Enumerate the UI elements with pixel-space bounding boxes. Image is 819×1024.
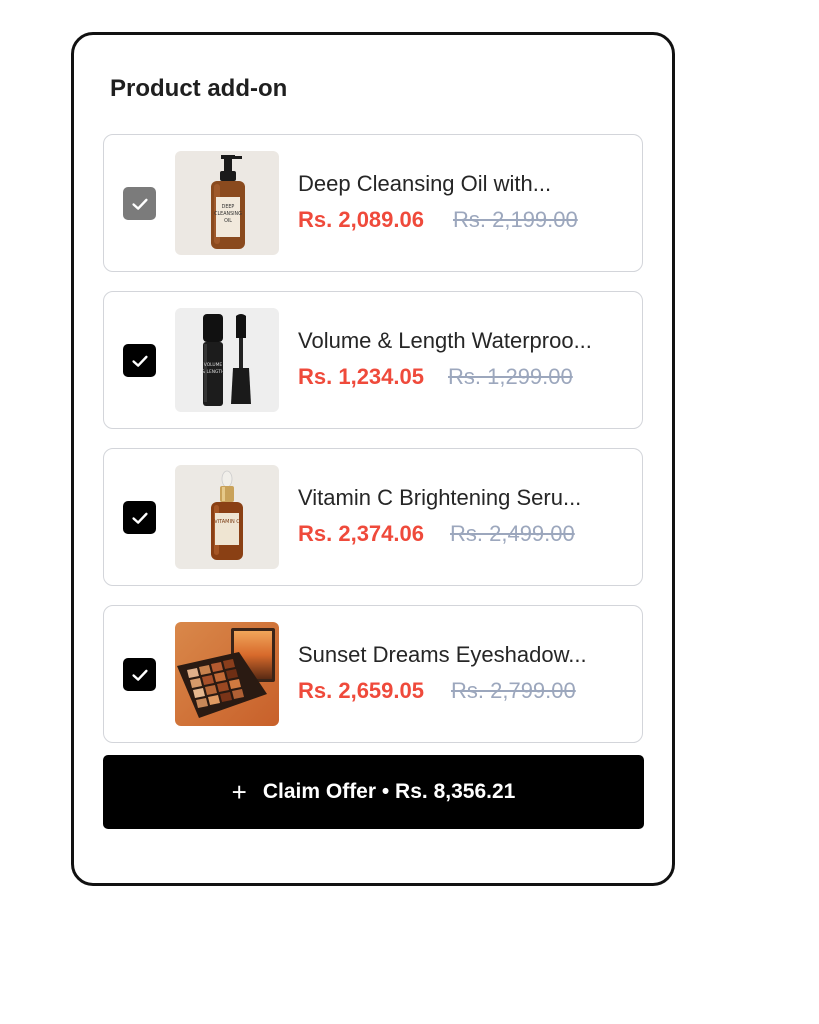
item-sale-price: Rs. 2,089.06 [298, 207, 424, 232]
addon-item[interactable]: VOLUME & LENGTH Volume & Length Waterpro… [103, 291, 643, 429]
item-sale-price: Rs. 1,234.05 [298, 364, 424, 389]
cleansing-oil-bottle-image: DEEP CLEANSING OIL [175, 151, 279, 255]
svg-text:OIL: OIL [224, 218, 232, 224]
item-original-price: Rs. 2,199.00 [453, 207, 578, 232]
serum-dropper-bottle-image: VITAMIN C [175, 465, 279, 569]
eyeshadow-palette-image [175, 622, 279, 726]
checkmark-icon [131, 512, 148, 524]
claim-offer-label: Claim Offer • Rs. 8,356.21 [262, 780, 516, 803]
item-original-price: Rs. 1,299.00 [448, 364, 573, 389]
addon-item[interactable]: Sunset Dreams Eyeshadow... Rs. 2,659.05 … [103, 605, 643, 743]
checkmark-icon [131, 669, 148, 681]
svg-text:VOLUME: VOLUME [204, 362, 223, 368]
item-checkbox[interactable] [123, 344, 156, 377]
item-name: Vitamin C Brightening Seru... [298, 485, 582, 510]
checkmark-icon [131, 198, 148, 210]
widget-title: Product add-on [110, 75, 288, 102]
addon-item[interactable]: VITAMIN C Vitamin C Brightening Seru... … [103, 448, 643, 586]
item-original-price: Rs. 2,799.00 [451, 678, 576, 703]
item-checkbox[interactable] [123, 187, 156, 220]
item-checkbox[interactable] [123, 658, 156, 691]
svg-text:& LENGTH: & LENGTH [202, 369, 225, 375]
item-original-price: Rs. 2,499.00 [450, 521, 575, 546]
claim-offer-button[interactable]: + Claim Offer • Rs. 8,356.21 [103, 755, 644, 829]
item-name: Deep Cleansing Oil with... [298, 171, 552, 196]
product-addon-card: Product add-on DEEP CLEANSING OIL Deep C… [71, 32, 675, 886]
item-checkbox[interactable] [123, 501, 156, 534]
addon-item[interactable]: DEEP CLEANSING OIL Deep Cleansing Oil wi… [103, 134, 643, 272]
plus-icon: + [231, 777, 247, 807]
svg-text:CLEANSING: CLEANSING [214, 211, 242, 217]
mascara-image: VOLUME & LENGTH [175, 308, 279, 412]
item-sale-price: Rs. 2,659.05 [298, 678, 424, 703]
item-name: Volume & Length Waterproo... [298, 328, 592, 353]
checkmark-icon [131, 355, 148, 367]
svg-text:DEEP: DEEP [222, 204, 235, 210]
item-name: Sunset Dreams Eyeshadow... [298, 642, 587, 667]
svg-text:VITAMIN C: VITAMIN C [214, 519, 240, 525]
item-sale-price: Rs. 2,374.06 [298, 521, 424, 546]
